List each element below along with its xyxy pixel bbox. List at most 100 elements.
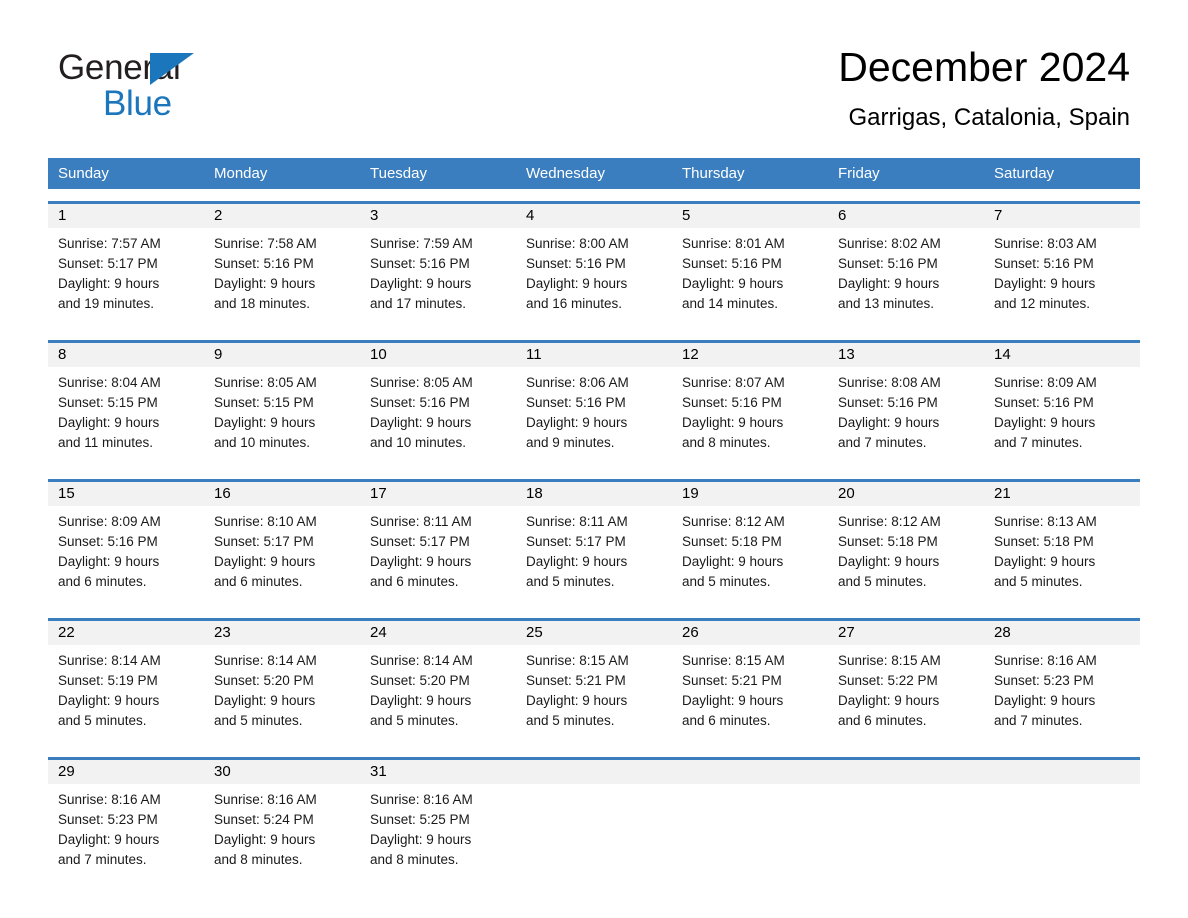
daylight-text-line1: Daylight: 9 hours [370, 693, 472, 708]
day-cell: Sunrise: 8:12 AM Sunset: 5:18 PM Dayligh… [828, 506, 984, 606]
page-header: General Blue December 2024 Garrigas, Cat… [0, 0, 1188, 131]
day-cell: Sunrise: 8:00 AM Sunset: 5:16 PM Dayligh… [516, 228, 672, 328]
daylight-text-line2: and 6 minutes. [58, 574, 147, 589]
day-cell-empty [672, 784, 828, 884]
daylight-text-line2: and 7 minutes. [994, 713, 1083, 728]
day-cell: Sunrise: 7:59 AM Sunset: 5:16 PM Dayligh… [360, 228, 516, 328]
daylight-text-line2: and 13 minutes. [838, 296, 935, 311]
day-number: 29 [58, 763, 75, 780]
daylight-text-line2: and 5 minutes. [838, 574, 927, 589]
daylight-text-line1: Daylight: 9 hours [994, 693, 1096, 708]
title-block: December 2024 Garrigas, Catalonia, Spain [838, 42, 1130, 134]
sunrise-text: Sunrise: 8:12 AM [838, 514, 941, 529]
day-cell: Sunrise: 8:05 AM Sunset: 5:15 PM Dayligh… [204, 367, 360, 467]
sunrise-text: Sunrise: 8:15 AM [526, 653, 629, 668]
daylight-text-line2: and 5 minutes. [58, 713, 147, 728]
daylight-text-line2: and 7 minutes. [58, 852, 147, 867]
sunrise-text: Sunrise: 8:03 AM [994, 236, 1097, 251]
day-number: 1 [58, 207, 67, 224]
day-cell: Sunrise: 8:16 AM Sunset: 5:25 PM Dayligh… [360, 784, 516, 884]
day-number: 7 [994, 207, 1003, 224]
week-row: 29 30 31 Sunrise: 8:16 AM Sunset: 5:23 P… [48, 757, 1140, 884]
day-cell: Sunrise: 8:05 AM Sunset: 5:16 PM Dayligh… [360, 367, 516, 467]
page-title: December 2024 [838, 44, 1130, 90]
weekday-header-thursday: Thursday [682, 165, 745, 182]
daylight-text-line2: and 17 minutes. [370, 296, 467, 311]
day-cell: Sunrise: 8:09 AM Sunset: 5:16 PM Dayligh… [48, 506, 204, 606]
day-number-empty [828, 760, 984, 784]
daylight-text-line2: and 6 minutes. [838, 713, 927, 728]
sunrise-text: Sunrise: 8:12 AM [682, 514, 785, 529]
daylight-text-line1: Daylight: 9 hours [370, 276, 472, 291]
daylight-text-line1: Daylight: 9 hours [526, 693, 628, 708]
daylight-text-line1: Daylight: 9 hours [526, 415, 628, 430]
daylight-text-line1: Daylight: 9 hours [58, 832, 160, 847]
day-number: 9 [214, 346, 223, 363]
daylight-text-line1: Daylight: 9 hours [58, 693, 160, 708]
daylight-text-line2: and 14 minutes. [682, 296, 779, 311]
sunrise-text: Sunrise: 8:16 AM [58, 792, 161, 807]
sunrise-text: Sunrise: 8:14 AM [58, 653, 161, 668]
daylight-text-line1: Daylight: 9 hours [838, 554, 940, 569]
day-cell: Sunrise: 8:14 AM Sunset: 5:20 PM Dayligh… [360, 645, 516, 745]
sunset-text: Sunset: 5:18 PM [994, 534, 1094, 549]
calendar-page: General Blue December 2024 Garrigas, Cat… [0, 0, 1188, 918]
sunrise-text: Sunrise: 8:14 AM [370, 653, 473, 668]
sunrise-text: Sunrise: 8:07 AM [682, 375, 785, 390]
sunset-text: Sunset: 5:16 PM [838, 256, 938, 271]
week-date-band: 1 2 3 4 5 6 7 [48, 204, 1140, 228]
day-cell: Sunrise: 8:16 AM Sunset: 5:23 PM Dayligh… [984, 645, 1140, 745]
daylight-text-line2: and 8 minutes. [214, 852, 303, 867]
sunset-text: Sunset: 5:21 PM [682, 673, 782, 688]
week-row: 8 9 10 11 12 13 14 Sunrise: 8:04 AM Suns… [48, 340, 1140, 467]
day-cell: Sunrise: 8:03 AM Sunset: 5:16 PM Dayligh… [984, 228, 1140, 328]
daylight-text-line2: and 6 minutes. [214, 574, 303, 589]
day-number: 10 [370, 346, 387, 363]
day-cell-empty [828, 784, 984, 884]
sunset-text: Sunset: 5:17 PM [214, 534, 314, 549]
weekday-header-monday: Monday [214, 165, 268, 182]
week-detail-row: Sunrise: 8:14 AM Sunset: 5:19 PM Dayligh… [48, 645, 1140, 745]
sunrise-text: Sunrise: 8:05 AM [214, 375, 317, 390]
week-row: 15 16 17 18 19 20 21 Sunrise: 8:09 AM Su… [48, 479, 1140, 606]
daylight-text-line1: Daylight: 9 hours [214, 554, 316, 569]
day-cell: Sunrise: 8:15 AM Sunset: 5:21 PM Dayligh… [516, 645, 672, 745]
sunrise-text: Sunrise: 8:15 AM [838, 653, 941, 668]
daylight-text-line1: Daylight: 9 hours [370, 832, 472, 847]
weekday-header-saturday: Saturday [994, 165, 1055, 182]
week-date-band: 15 16 17 18 19 20 21 [48, 482, 1140, 506]
day-cell: Sunrise: 8:11 AM Sunset: 5:17 PM Dayligh… [360, 506, 516, 606]
weekday-header-tuesday: Tuesday [370, 165, 427, 182]
day-cell: Sunrise: 8:04 AM Sunset: 5:15 PM Dayligh… [48, 367, 204, 467]
sunset-text: Sunset: 5:25 PM [370, 812, 470, 827]
week-row: 1 2 3 4 5 6 7 Sunrise: 7:57 AM Sunset: 5… [48, 201, 1140, 328]
sunset-text: Sunset: 5:18 PM [838, 534, 938, 549]
week-detail-row: Sunrise: 8:09 AM Sunset: 5:16 PM Dayligh… [48, 506, 1140, 606]
daylight-text-line1: Daylight: 9 hours [58, 276, 160, 291]
daylight-text-line1: Daylight: 9 hours [370, 554, 472, 569]
weekday-header-friday: Friday [838, 165, 880, 182]
sunset-text: Sunset: 5:16 PM [994, 256, 1094, 271]
sunset-text: Sunset: 5:23 PM [58, 812, 158, 827]
sunset-text: Sunset: 5:16 PM [370, 395, 470, 410]
daylight-text-line2: and 8 minutes. [682, 435, 771, 450]
day-cell: Sunrise: 8:15 AM Sunset: 5:22 PM Dayligh… [828, 645, 984, 745]
sunset-text: Sunset: 5:24 PM [214, 812, 314, 827]
day-number: 6 [838, 207, 847, 224]
sunrise-text: Sunrise: 8:05 AM [370, 375, 473, 390]
sunrise-text: Sunrise: 8:09 AM [994, 375, 1097, 390]
week-detail-row: Sunrise: 7:57 AM Sunset: 5:17 PM Dayligh… [48, 228, 1140, 328]
sunset-text: Sunset: 5:16 PM [682, 395, 782, 410]
daylight-text-line2: and 12 minutes. [994, 296, 1091, 311]
week-detail-row: Sunrise: 8:16 AM Sunset: 5:23 PM Dayligh… [48, 784, 1140, 884]
sunset-text: Sunset: 5:16 PM [526, 256, 626, 271]
daylight-text-line1: Daylight: 9 hours [214, 693, 316, 708]
daylight-text-line2: and 11 minutes. [58, 435, 154, 450]
day-number: 22 [58, 624, 75, 641]
week-detail-row: Sunrise: 8:04 AM Sunset: 5:15 PM Dayligh… [48, 367, 1140, 467]
day-cell: Sunrise: 8:08 AM Sunset: 5:16 PM Dayligh… [828, 367, 984, 467]
sunrise-text: Sunrise: 8:06 AM [526, 375, 629, 390]
daylight-text-line1: Daylight: 9 hours [214, 415, 316, 430]
day-number: 11 [526, 346, 542, 363]
sunrise-text: Sunrise: 8:16 AM [370, 792, 473, 807]
